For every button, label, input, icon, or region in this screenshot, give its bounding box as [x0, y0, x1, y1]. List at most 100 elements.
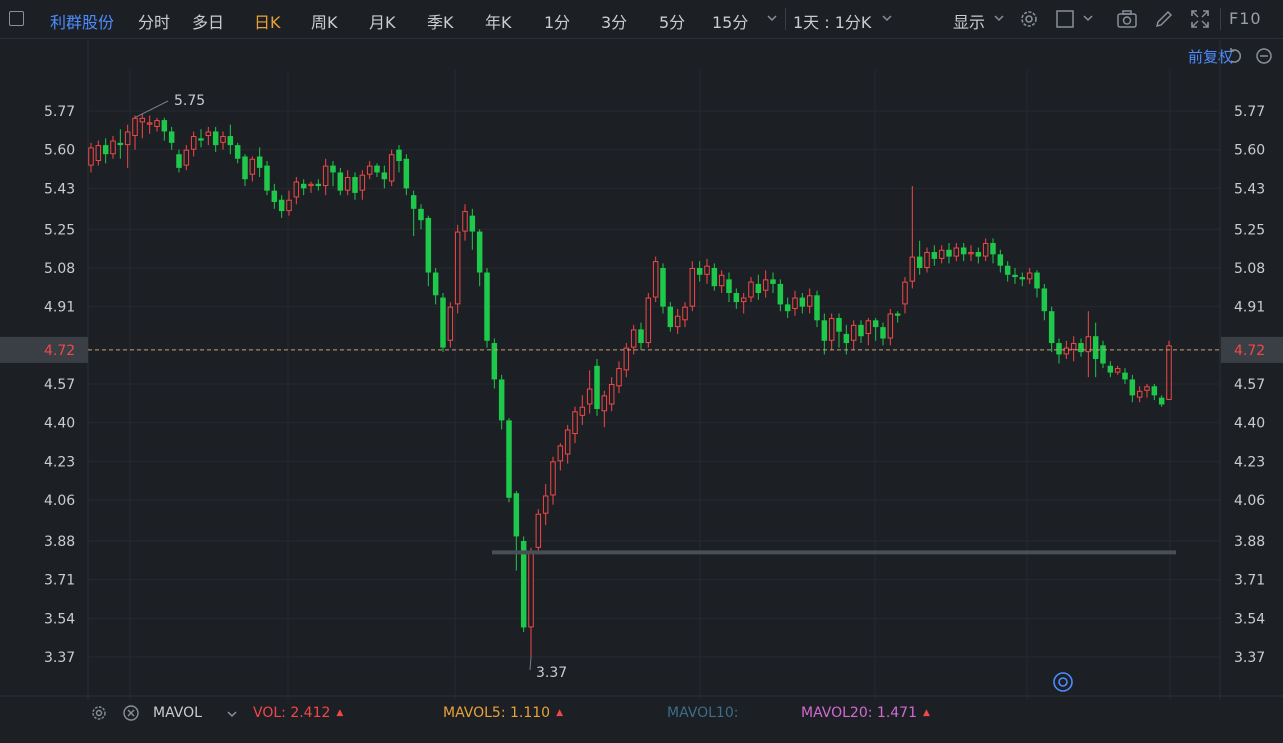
candle-body [579, 406, 586, 416]
candle-down [1012, 267, 1018, 284]
candle-up [344, 170, 351, 196]
candle-body [513, 493, 520, 537]
candle-down [1122, 368, 1128, 384]
candle-up [190, 131, 197, 157]
candle-body [337, 172, 344, 191]
candle-down [198, 129, 204, 148]
candle-up [139, 113, 146, 139]
candle-body [278, 199, 285, 212]
candle-up [1136, 386, 1143, 403]
mavol5-label: MAVOL5: [443, 705, 506, 721]
candle-down [330, 161, 336, 187]
candle-body [916, 256, 923, 268]
candle-body [1048, 311, 1055, 344]
candle-down [814, 290, 820, 328]
candle-down [858, 320, 864, 344]
candle-up [95, 140, 102, 166]
locate-marker-icon[interactable] [1053, 672, 1073, 692]
right-axis-tick: 5.08 [1234, 261, 1265, 277]
candle-down [799, 293, 806, 314]
indicator-chevron-icon[interactable] [224, 706, 240, 722]
candle-up [762, 270, 769, 298]
candle-down [770, 272, 776, 293]
up-arrow-icon: ▲ [923, 708, 930, 718]
right-axis-tick: 4.06 [1234, 493, 1265, 509]
candle-body [1019, 277, 1026, 280]
candle-body [190, 136, 197, 150]
candle-down [212, 126, 219, 152]
candle-down [440, 293, 446, 353]
candle-up [740, 293, 747, 314]
candle-body [432, 272, 439, 296]
candle-up [850, 320, 857, 350]
current-price-right-label: 4.72 [1234, 343, 1265, 359]
candle-body [381, 172, 388, 180]
candle-body [843, 333, 850, 344]
candle-up [535, 509, 542, 555]
candle-body [322, 165, 329, 187]
candle-down [696, 261, 703, 282]
candle-body [594, 365, 600, 410]
candle-up [718, 270, 725, 293]
candle-body [484, 272, 490, 341]
vol-label: VOL: [253, 705, 286, 721]
candle-down [1048, 306, 1055, 353]
candle-body [792, 297, 798, 309]
high-leader-line [134, 100, 169, 118]
candle-body [586, 388, 593, 405]
candle-body [931, 252, 938, 259]
indicator-settings-gear-icon[interactable] [90, 704, 108, 722]
candle-up [682, 302, 688, 328]
candle-body [667, 306, 674, 328]
candle-up [645, 293, 652, 348]
candle-body [462, 211, 468, 232]
candle-up [608, 377, 615, 412]
candle-down [102, 138, 109, 164]
candle-up [748, 277, 754, 303]
candle-body [1012, 274, 1018, 278]
candle-up [249, 156, 256, 182]
candle-body [476, 231, 483, 273]
candle-down [946, 242, 952, 264]
candle-body [880, 327, 886, 339]
mavol10-label: MAVOL10: [667, 705, 739, 721]
right-axis-tick: 3.88 [1234, 534, 1265, 550]
candle-down [872, 318, 879, 341]
candle-up [308, 181, 314, 193]
left-axis-tick: 5.08 [44, 261, 75, 277]
up-arrow-icon: ▲ [556, 708, 564, 718]
candle-body [418, 208, 424, 221]
candle-body [850, 324, 857, 341]
candle-down [733, 288, 740, 309]
candle-up [586, 370, 593, 414]
candle-body [711, 267, 718, 287]
indicator-name[interactable]: MAVOL [153, 705, 202, 721]
candle-body [726, 279, 732, 293]
candle-body [982, 242, 989, 257]
candle-body [777, 283, 784, 305]
candle-body [308, 183, 314, 187]
candle-down [638, 322, 644, 350]
candle-body [220, 136, 226, 143]
candle-body [696, 267, 703, 275]
high-price-label: 5.75 [174, 93, 205, 109]
candle-body [1070, 343, 1077, 350]
candle-body [366, 165, 373, 175]
candle-down [916, 240, 923, 275]
candle-body [117, 142, 124, 146]
left-axis-tick: 4.91 [44, 300, 75, 316]
candle-body [674, 315, 681, 328]
left-axis-tick: 5.43 [44, 181, 75, 197]
candle-down [1107, 361, 1114, 378]
candle-body [139, 117, 146, 123]
candle-body [315, 183, 322, 187]
candle-body [95, 145, 102, 162]
candlestick-chart[interactable]: 5.75 3.37 5.77 5.77 5.60 5.60 5.43 5.43 5.25 5.2… [0, 0, 1283, 700]
candle-up [322, 158, 329, 196]
candle-body [286, 199, 292, 212]
close-indicator-icon[interactable] [122, 704, 140, 722]
candle-down [960, 242, 967, 262]
candle-body [352, 176, 358, 193]
candle-down [1004, 261, 1011, 282]
candle-body [102, 145, 109, 155]
